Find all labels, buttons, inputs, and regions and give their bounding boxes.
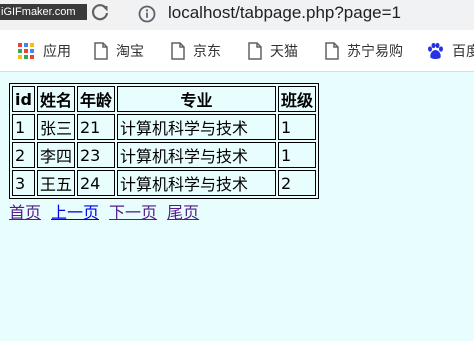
bookmark-label: 苏宁易购: [347, 44, 403, 60]
first-page-link[interactable]: 首页: [9, 199, 41, 223]
page-content: id 姓名 年龄 专业 班级 1 张三 21 计算机科学与技术 1 2 李四 2…: [0, 72, 474, 341]
cell-age: 23: [76, 142, 115, 168]
bookmark-jd[interactable]: 京东: [171, 41, 221, 61]
header-major: 专业: [116, 86, 276, 112]
cell-age: 21: [76, 114, 115, 140]
pagination: 首页 上一页 下一页 尾页: [9, 199, 199, 223]
cell-age: 24: [76, 170, 115, 196]
header-id: id: [12, 86, 35, 112]
info-icon[interactable]: [138, 5, 156, 23]
apps-grid-icon: [17, 42, 35, 60]
page-icon: [248, 42, 262, 60]
page-icon: [171, 42, 185, 60]
address-bar[interactable]: localhost/tabpage.php?page=1: [128, 0, 474, 28]
bookmark-suning[interactable]: 苏宁易购: [325, 41, 403, 61]
bookmark-tmall[interactable]: 天猫: [248, 41, 298, 61]
student-table: id 姓名 年龄 专业 班级 1 张三 21 计算机科学与技术 1 2 李四 2…: [9, 83, 319, 199]
cell-id: 1: [12, 114, 35, 140]
header-class: 班级: [277, 86, 316, 112]
bookmarks-bar: 应用 淘宝 京东 天猫 苏宁易购 百度: [0, 30, 474, 72]
bookmark-baidu[interactable]: 百度: [426, 41, 474, 61]
cell-id: 3: [12, 170, 35, 196]
header-name: 姓名: [36, 86, 75, 112]
cell-class: 2: [277, 170, 316, 196]
header-age: 年龄: [76, 86, 115, 112]
cell-name: 李四: [36, 142, 75, 168]
url-text: localhost/tabpage.php?page=1: [168, 3, 402, 22]
cell-major: 计算机科学与技术: [116, 170, 276, 196]
reload-icon[interactable]: [89, 2, 111, 24]
last-page-link[interactable]: 尾页: [167, 199, 199, 223]
table-row: 2 李四 23 计算机科学与技术 1: [12, 142, 316, 168]
page-icon: [325, 42, 339, 60]
cell-name: 张三: [36, 114, 75, 140]
bookmark-apps[interactable]: 应用: [17, 41, 71, 61]
bookmark-label: 天猫: [270, 44, 298, 60]
bookmark-label: 京东: [193, 44, 221, 60]
next-page-link[interactable]: 下一页: [109, 199, 157, 223]
cell-class: 1: [277, 142, 316, 168]
cell-id: 2: [12, 142, 35, 168]
cell-class: 1: [277, 114, 316, 140]
bookmark-label: 百度: [452, 44, 474, 60]
watermark: iGIFmaker.com: [0, 4, 87, 20]
bookmark-label: 应用: [43, 44, 71, 60]
baidu-paw-icon: [426, 42, 444, 60]
table-header-row: id 姓名 年龄 专业 班级: [12, 86, 316, 112]
browser-toolbar: iGIFmaker.com localhost/tabpage.php?page…: [0, 0, 474, 30]
prev-page-link[interactable]: 上一页: [51, 199, 99, 223]
cell-name: 王五: [36, 170, 75, 196]
bookmark-taobao[interactable]: 淘宝: [94, 41, 144, 61]
page-icon: [94, 42, 108, 60]
cell-major: 计算机科学与技术: [116, 114, 276, 140]
bookmark-label: 淘宝: [116, 44, 144, 60]
table-row: 3 王五 24 计算机科学与技术 2: [12, 170, 316, 196]
cell-major: 计算机科学与技术: [116, 142, 276, 168]
table-row: 1 张三 21 计算机科学与技术 1: [12, 114, 316, 140]
